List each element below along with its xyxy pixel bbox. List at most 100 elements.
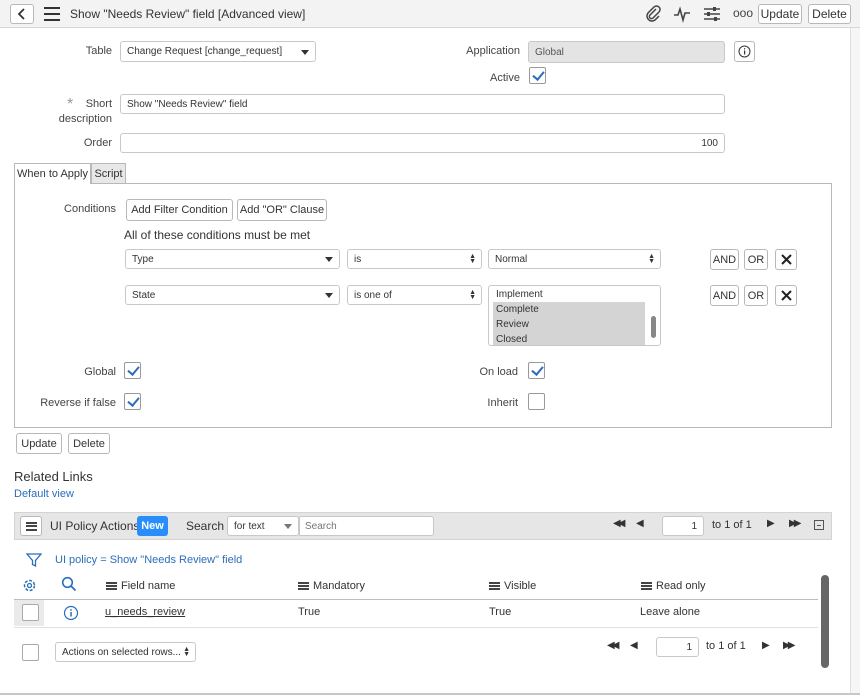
field-name-link[interactable]: u_needs_review xyxy=(105,606,185,618)
filter-icon[interactable] xyxy=(26,552,42,568)
column-header-read-only[interactable]: Read only xyxy=(641,580,706,592)
active-checkbox[interactable] xyxy=(529,67,546,84)
global-checkbox[interactable] xyxy=(124,362,141,379)
chevron-down-icon xyxy=(284,524,292,529)
paperclip-icon[interactable] xyxy=(644,5,662,23)
form-header: Show "Needs Review" field [Advanced view… xyxy=(0,0,860,28)
activity-icon[interactable] xyxy=(673,5,691,23)
info-button[interactable] xyxy=(734,41,755,62)
column-menu-icon[interactable] xyxy=(641,582,652,591)
column-menu-icon[interactable] xyxy=(489,582,500,591)
related-links-title: Related Links xyxy=(14,469,93,484)
add-or-clause-button[interactable]: Add "OR" Clause xyxy=(237,199,327,221)
delete-button[interactable]: Delete xyxy=(808,4,851,24)
breadcrumb-filter[interactable]: UI policy = Show "Needs Review" field xyxy=(55,554,242,566)
mandatory-cell: True xyxy=(298,606,321,618)
gear-icon[interactable] xyxy=(21,577,38,594)
tab-script[interactable]: Script xyxy=(91,163,126,183)
close-icon xyxy=(780,290,792,301)
actions-select[interactable]: Actions on selected rows... ▲ ▼ xyxy=(55,642,196,662)
first-page-icon[interactable]: ◀◀ xyxy=(607,640,620,651)
page-input[interactable]: 1 xyxy=(662,516,704,536)
default-view-link[interactable]: Default view xyxy=(14,488,74,500)
last-page-icon[interactable]: ▶▶ xyxy=(789,518,802,529)
condition-value-select[interactable]: Normal ▲ ▼ xyxy=(488,249,661,269)
update-button[interactable]: Update xyxy=(758,4,802,24)
condition-operator-value: is xyxy=(354,253,362,265)
on-load-checkbox[interactable] xyxy=(528,362,545,379)
up-down-icon: ▲ ▼ xyxy=(469,253,476,265)
back-button[interactable] xyxy=(10,4,34,24)
chevron-down-icon xyxy=(325,257,333,262)
next-page-icon[interactable]: ▶ xyxy=(762,640,770,651)
remove-condition-button[interactable] xyxy=(775,249,797,270)
page-input-value: 1 xyxy=(686,641,692,653)
conditions-label: Conditions xyxy=(64,203,116,215)
row-checkbox[interactable] xyxy=(22,604,39,621)
or-button[interactable]: OR xyxy=(744,285,768,306)
row-divider xyxy=(14,627,818,628)
condition-operator-select[interactable]: is one of ▲ ▼ xyxy=(347,285,482,305)
settings-sliders-icon[interactable] xyxy=(703,5,721,23)
previous-page-icon[interactable]: ◀ xyxy=(636,518,644,529)
select-all-checkbox[interactable] xyxy=(22,644,39,661)
remove-condition-button[interactable] xyxy=(775,285,797,306)
list-option[interactable]: Implement xyxy=(493,288,645,302)
inherit-label: Inherit xyxy=(487,397,518,409)
next-page-icon[interactable]: ▶ xyxy=(767,518,775,529)
application-field: Global xyxy=(528,41,725,63)
list-scrollbar[interactable] xyxy=(821,575,829,668)
listbox-scrollbar[interactable] xyxy=(651,316,656,338)
search-icon[interactable] xyxy=(61,576,77,592)
condition-field-select[interactable]: State xyxy=(125,285,340,305)
first-page-icon[interactable]: ◀◀ xyxy=(613,518,626,529)
add-filter-condition-button[interactable]: Add Filter Condition xyxy=(126,199,233,221)
form-title: Show "Needs Review" field [Advanced view… xyxy=(70,7,306,21)
table-label: Table xyxy=(85,45,112,57)
list-title: UI Policy Actions xyxy=(50,519,140,533)
list-option-selected[interactable]: Review xyxy=(493,317,645,332)
condition-field-select[interactable]: Type xyxy=(125,249,340,269)
window-scrollbar[interactable] xyxy=(850,28,860,693)
or-button[interactable]: OR xyxy=(744,249,768,270)
page-range-text: to 1 of 1 xyxy=(712,519,752,531)
last-page-icon[interactable]: ▶▶ xyxy=(783,640,796,651)
short-description-input[interactable]: Show "Needs Review" field xyxy=(120,94,725,114)
and-button[interactable]: AND xyxy=(710,249,739,270)
reverse-if-false-checkbox[interactable] xyxy=(124,393,141,410)
page-input-bottom[interactable]: 1 xyxy=(656,637,699,657)
condition-operator-select[interactable]: is ▲ ▼ xyxy=(347,249,482,269)
column-header-field-name[interactable]: Field name xyxy=(106,580,175,592)
update-button-bottom[interactable]: Update xyxy=(16,433,62,454)
info-icon[interactable] xyxy=(63,605,79,621)
table-select-value: Change Request [change_request] xyxy=(127,46,283,57)
short-description-value: Show "Needs Review" field xyxy=(127,98,248,110)
list-option-selected[interactable]: Complete xyxy=(493,302,645,317)
search-input[interactable] xyxy=(299,516,434,536)
more-options-icon[interactable]: ooo xyxy=(733,6,753,20)
previous-page-icon[interactable]: ◀ xyxy=(630,640,638,651)
list-option-selected[interactable]: Closed xyxy=(493,332,645,345)
new-button[interactable]: New xyxy=(137,516,168,536)
page-bottom-border xyxy=(0,693,860,695)
delete-button-bottom[interactable]: Delete xyxy=(68,433,110,454)
table-row[interactable]: u_needs_review True True Leave alone xyxy=(14,600,818,626)
column-header-visible[interactable]: Visible xyxy=(489,580,536,592)
list-menu-button[interactable] xyxy=(20,516,42,536)
condition-value-listbox[interactable]: Implement Complete Review Closed xyxy=(488,285,661,346)
column-menu-icon[interactable] xyxy=(106,582,117,591)
search-for-select[interactable]: for text xyxy=(227,516,299,536)
active-label: Active xyxy=(490,72,520,84)
table-select[interactable]: Change Request [change_request] xyxy=(120,41,316,62)
column-header-mandatory[interactable]: Mandatory xyxy=(298,580,365,592)
condition-field-value: State xyxy=(132,289,156,301)
order-input[interactable]: 100 xyxy=(120,133,725,153)
column-menu-icon[interactable] xyxy=(298,582,309,591)
page-range-text: to 1 of 1 xyxy=(706,640,746,652)
hamburger-icon[interactable] xyxy=(44,7,60,21)
tab-when-to-apply[interactable]: When to Apply xyxy=(14,163,91,184)
inherit-checkbox[interactable] xyxy=(528,393,545,410)
and-button[interactable]: AND xyxy=(710,285,739,306)
collapse-icon[interactable] xyxy=(814,520,824,530)
column-header-label: Visible xyxy=(504,580,537,592)
